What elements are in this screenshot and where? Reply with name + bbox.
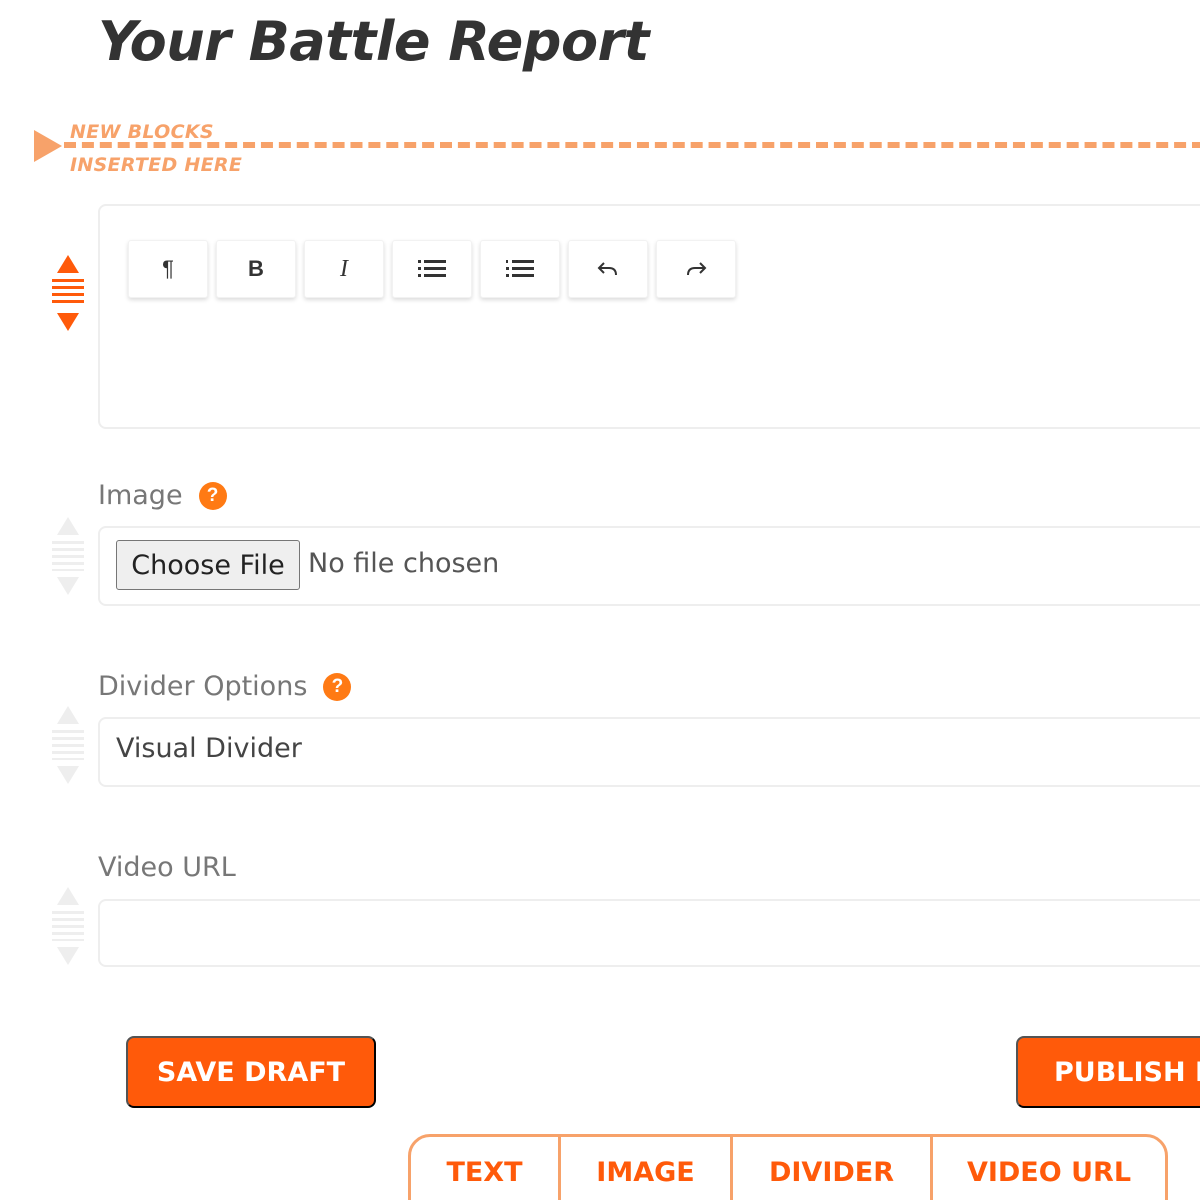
divider-label-text: Divider Options — [98, 671, 308, 702]
add-video-url-block-tab[interactable]: VIDEO URL — [933, 1137, 1165, 1200]
add-text-block-tab[interactable]: TEXT — [411, 1137, 561, 1200]
paragraph-button[interactable]: ¶ — [128, 240, 208, 298]
battle-report-editor: Your Battle Report NEW BLOCKS INSERTED H… — [0, 0, 1200, 1200]
video-url-label-text: Video URL — [98, 852, 236, 883]
drag-handle-divider-block[interactable] — [50, 706, 86, 784]
divider-selected-value: Visual Divider — [116, 733, 302, 764]
publish-button[interactable]: PUBLISH B — [1016, 1036, 1200, 1108]
move-down-icon — [57, 577, 79, 595]
text-editor-block[interactable]: ¶ B I — [98, 204, 1200, 429]
video-url-field-label: Video URL — [98, 852, 236, 883]
redo-icon — [687, 262, 707, 276]
bold-button[interactable]: B — [216, 240, 296, 298]
add-image-block-tab[interactable]: IMAGE — [561, 1137, 733, 1200]
image-field-label: Image ? — [98, 480, 227, 511]
move-up-icon — [57, 255, 79, 273]
grip-icon — [52, 279, 84, 307]
page-title: Your Battle Report — [98, 10, 650, 73]
grip-icon — [52, 541, 84, 571]
move-up-icon — [57, 517, 79, 535]
insert-position-label: NEW BLOCKS INSERTED HERE — [70, 116, 242, 182]
file-status-text: No file chosen — [308, 548, 500, 579]
help-icon[interactable]: ? — [198, 481, 227, 510]
numbered-list-button[interactable] — [480, 240, 560, 298]
undo-button[interactable] — [568, 240, 648, 298]
image-upload-field: Choose File No file chosen — [98, 526, 1200, 606]
insert-label-line-2: INSERTED HERE — [70, 154, 243, 176]
editor-toolbar: ¶ B I — [128, 240, 736, 298]
drag-handle-image-block[interactable] — [50, 517, 86, 595]
redo-button[interactable] — [656, 240, 736, 298]
choose-file-button[interactable]: Choose File — [116, 540, 300, 590]
undo-icon — [597, 262, 617, 276]
insert-label-line-1: NEW BLOCKS — [70, 121, 214, 143]
move-down-icon — [57, 766, 79, 784]
pilcrow-icon: ¶ — [162, 256, 174, 281]
italic-button[interactable]: I — [304, 240, 384, 298]
bulleted-list-icon — [418, 260, 446, 277]
save-draft-button[interactable]: SAVE DRAFT — [126, 1036, 376, 1108]
move-up-icon — [57, 887, 79, 905]
drag-handle-video-block[interactable] — [50, 887, 86, 965]
drag-handle-text-block[interactable] — [50, 255, 86, 331]
add-divider-block-tab[interactable]: DIVIDER — [733, 1137, 933, 1200]
move-down-icon — [57, 947, 79, 965]
video-url-input[interactable] — [98, 899, 1200, 967]
add-block-tabs: TEXT IMAGE DIVIDER VIDEO URL — [408, 1134, 1168, 1200]
divider-options-select[interactable]: Visual Divider — [98, 717, 1200, 787]
bulleted-list-button[interactable] — [392, 240, 472, 298]
bold-icon: B — [248, 256, 264, 281]
move-down-icon — [57, 313, 79, 331]
divider-field-label: Divider Options ? — [98, 671, 352, 702]
italic-icon: I — [340, 255, 348, 282]
grip-icon — [52, 730, 84, 760]
numbered-list-icon — [506, 260, 534, 277]
move-up-icon — [57, 706, 79, 724]
insert-position-arrow-icon — [34, 130, 62, 162]
grip-icon — [52, 911, 84, 941]
help-icon[interactable]: ? — [323, 672, 352, 701]
image-label-text: Image — [98, 480, 183, 511]
